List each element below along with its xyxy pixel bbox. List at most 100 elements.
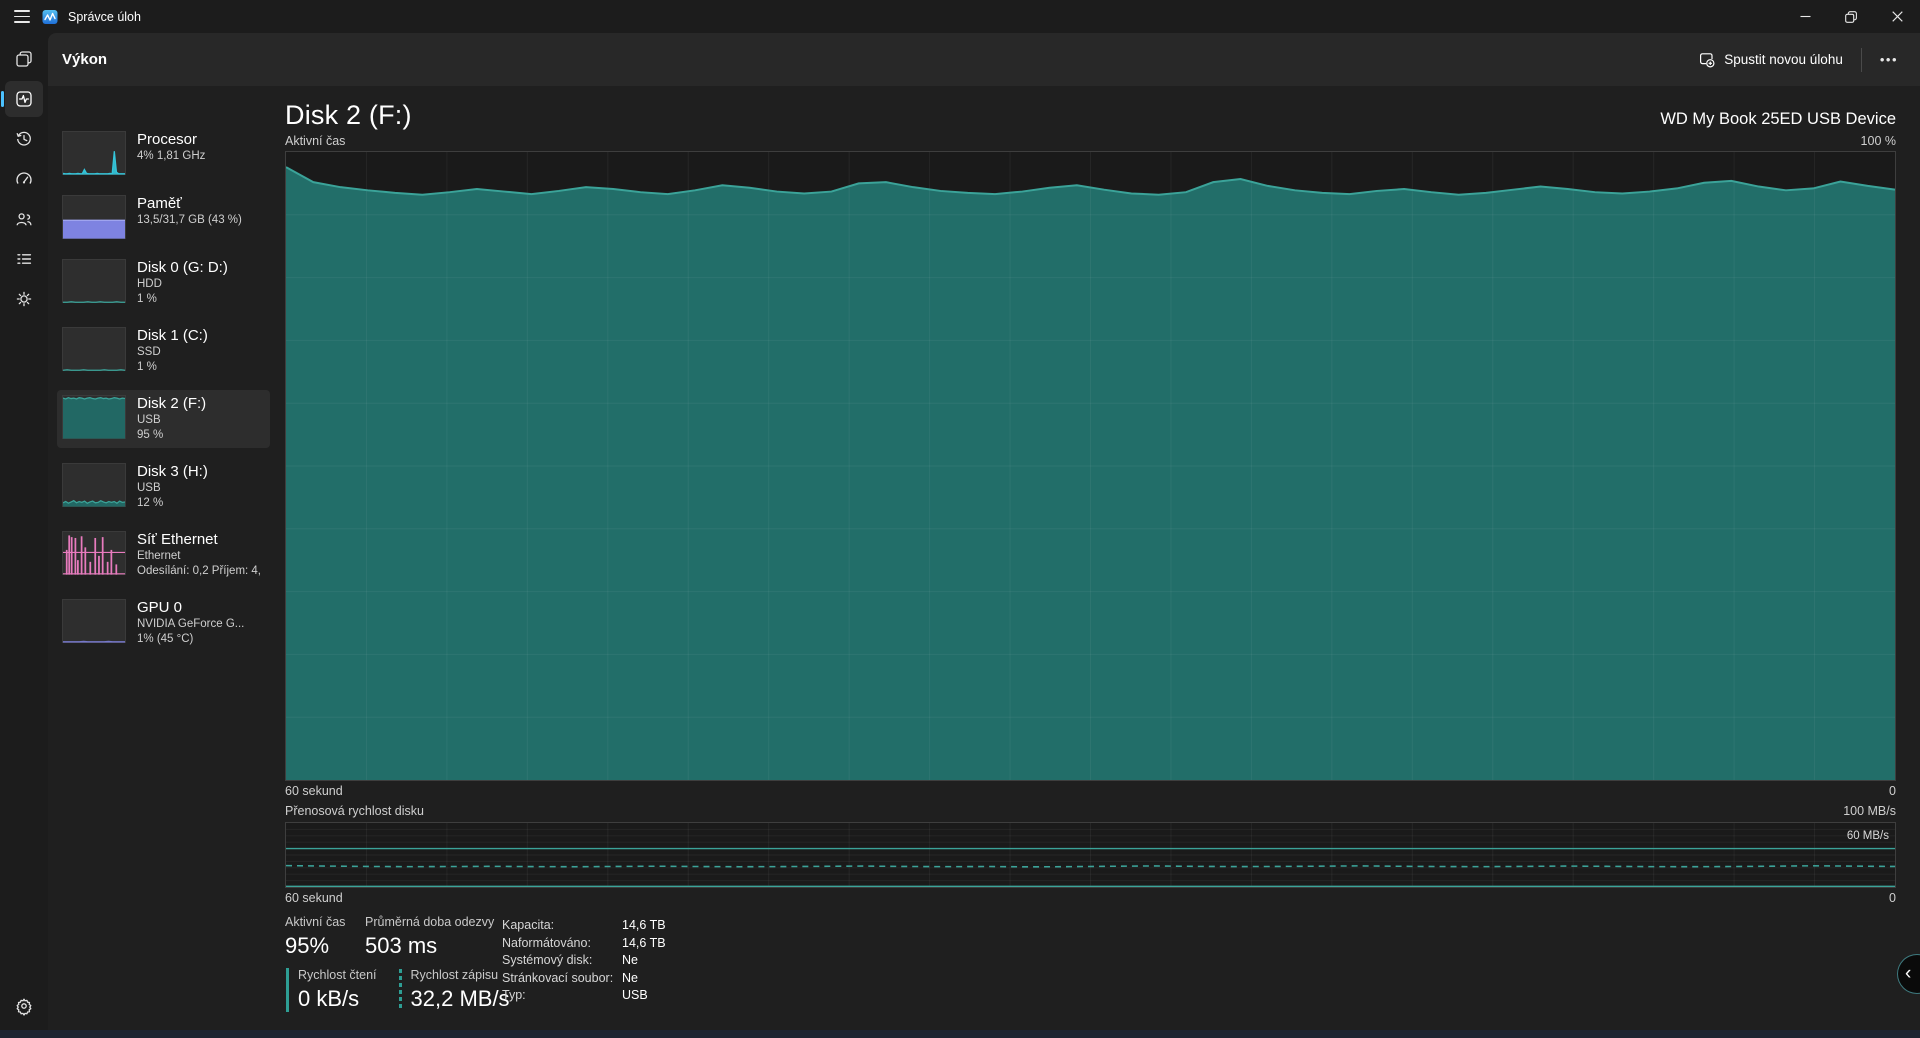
close-button[interactable]	[1874, 0, 1920, 33]
detail-value: 14,6 TB	[622, 918, 666, 932]
sidebar-item-ethernet[interactable]: Síť EthernetEthernetOdesílání: 0,2 Příje…	[57, 526, 270, 584]
settings-gear-icon	[14, 996, 34, 1016]
disk-stats: Aktivní čas95%Průměrná doba odezvy 503 ms…	[285, 915, 1896, 1019]
disk3-line-1: 12 %	[137, 496, 264, 511]
window-controls	[1782, 0, 1920, 33]
rail-item-processes[interactable]	[5, 41, 43, 77]
run-new-task-button[interactable]: Spustit novou úlohu	[1686, 43, 1855, 76]
disk0-labels: Disk 0 (G: D:)HDD1 %	[137, 259, 264, 307]
gpu-mini-chart	[62, 599, 126, 643]
rail-item-performance[interactable]	[5, 81, 43, 117]
disk3-line-0: USB	[137, 481, 264, 496]
stat-pr-m-rn-doba-odezvy: Průměrná doba odezvy 503 ms	[365, 915, 494, 959]
detail-label: Kapacita:	[502, 918, 622, 932]
ethernet-line-1: Odesílání: 0,2 Příjem: 4,	[137, 564, 264, 579]
minimize-button[interactable]	[1782, 0, 1828, 33]
run-new-task-label: Spustit novou úlohu	[1724, 52, 1843, 67]
stat-label: Průměrná doba odezvy	[365, 915, 494, 930]
disk3-mini-chart	[62, 463, 126, 507]
rail-item-startup-apps[interactable]	[5, 161, 43, 197]
disk2-mini-chart	[62, 395, 126, 439]
transfer-rate-label: Přenosová rychlost disku	[285, 804, 424, 818]
disk1-line-1: 1 %	[137, 360, 264, 375]
sidebar-item-disk2[interactable]: Disk 2 (F:)USB95 %	[57, 390, 270, 448]
stat-value: 95%	[285, 933, 365, 959]
transfer-xleft: 60 sekund	[285, 891, 343, 905]
rail-item-services[interactable]	[5, 281, 43, 317]
gpu-line-0: NVIDIA GeForce G...	[137, 617, 264, 632]
detail-value: 14,6 TB	[622, 936, 666, 950]
stat-label: Rychlost čtení	[298, 968, 377, 983]
cpu-mini-chart	[62, 131, 126, 175]
disk1-labels: Disk 1 (C:)SSD1 %	[137, 327, 264, 375]
transfer-rate-chart: 60 MB/s	[285, 822, 1896, 888]
hamburger-icon	[14, 10, 30, 23]
memory-title: Paměť	[137, 195, 264, 213]
rail-item-app-history[interactable]	[5, 121, 43, 157]
metric-sidebar: Procesor4% 1,81 GHz Paměť13,5/31,7 GB (43…	[57, 126, 270, 662]
active-time-label: Aktivní čas	[285, 134, 345, 148]
disk-title: Disk 2 (F:)	[285, 100, 412, 131]
disk3-labels: Disk 3 (H:)USB12 %	[137, 463, 264, 511]
more-options-button[interactable]: •••	[1868, 44, 1910, 75]
stat-value: 0 kB/s	[298, 986, 377, 1012]
gpu-labels: GPU 0NVIDIA GeForce G...1% (45 °C)	[137, 599, 264, 647]
disk1-title: Disk 1 (C:)	[137, 327, 264, 345]
ethernet-line-0: Ethernet	[137, 549, 264, 564]
titlebar: Správce úloh	[0, 0, 1920, 33]
page-header: Výkon Spustit novou úlohu •••	[48, 33, 1920, 86]
ellipsis-icon: •••	[1880, 52, 1898, 67]
detail-label: Systémový disk:	[502, 953, 622, 967]
ethernet-mini-chart	[62, 531, 126, 575]
gpu-line-1: 1% (45 °C)	[137, 632, 264, 647]
app-title: Správce úloh	[68, 10, 141, 24]
rail-item-details[interactable]	[5, 241, 43, 277]
navigation-rail	[0, 33, 48, 1030]
memory-line-0: 13,5/31,7 GB (43 %)	[137, 213, 264, 228]
device-name: WD My Book 25ED USB Device	[1660, 110, 1896, 131]
task-manager-window: Správce úloh	[0, 0, 1920, 1038]
details-icon	[14, 249, 34, 269]
disk1-mini-chart	[62, 327, 126, 371]
sidebar-item-disk1[interactable]: Disk 1 (C:)SSD1 %	[57, 322, 270, 380]
sidebar-item-memory[interactable]: Paměť13,5/31,7 GB (43 %)	[57, 190, 270, 244]
detail-value: USB	[622, 988, 666, 1002]
sidebar-item-disk0[interactable]: Disk 0 (G: D:)HDD1 %	[57, 254, 270, 312]
new-task-icon	[1698, 51, 1715, 68]
stat-value: 503 ms	[365, 933, 494, 959]
sidebar-item-cpu[interactable]: Procesor4% 1,81 GHz	[57, 126, 270, 180]
rail-item-users[interactable]	[5, 201, 43, 237]
disk3-title: Disk 3 (H:)	[137, 463, 264, 481]
transfer-marker-label: 60 MB/s	[1847, 830, 1889, 842]
disk0-line-1: 1 %	[137, 292, 264, 307]
stat-label: Rychlost zápisu	[411, 968, 510, 983]
page-title: Výkon	[62, 51, 107, 68]
disk2-labels: Disk 2 (F:)USB95 %	[137, 395, 264, 443]
stat-rychlost-z-pisu: Rychlost zápisu32,2 MB/s	[399, 968, 510, 1012]
memory-mini-chart	[62, 195, 126, 239]
disk2-line-0: USB	[137, 413, 264, 428]
task-manager-app-icon	[42, 9, 58, 25]
sidebar-item-disk3[interactable]: Disk 3 (H:)USB12 %	[57, 458, 270, 516]
users-icon	[14, 209, 34, 229]
memory-labels: Paměť13,5/31,7 GB (43 %)	[137, 195, 264, 228]
settings-button[interactable]	[5, 988, 43, 1024]
services-icon	[14, 289, 34, 309]
disk-detail-pane: Disk 2 (F:) WD My Book 25ED USB Device A…	[285, 86, 1896, 1030]
detail-value: Ne	[622, 971, 666, 985]
sidebar-item-gpu[interactable]: GPU 0NVIDIA GeForce G...1% (45 °C)	[57, 594, 270, 652]
performance-content: Procesor4% 1,81 GHz Paměť13,5/31,7 GB (43…	[48, 86, 1920, 1030]
taskbar-edge	[0, 1030, 1920, 1038]
ethernet-title: Síť Ethernet	[137, 531, 264, 549]
restore-button[interactable]	[1828, 0, 1874, 33]
detail-label: Naformátováno:	[502, 936, 622, 950]
disk1-line-0: SSD	[137, 345, 264, 360]
stat-aktivn-as: Aktivní čas95%	[285, 915, 365, 959]
chevron-left-icon: ‹	[1905, 963, 1911, 985]
gpu-title: GPU 0	[137, 599, 264, 617]
disk0-line-0: HDD	[137, 277, 264, 292]
active-time-xleft: 60 sekund	[285, 784, 343, 798]
minimize-icon	[1800, 11, 1811, 22]
navigation-menu-button[interactable]	[4, 0, 40, 33]
disk0-title: Disk 0 (G: D:)	[137, 259, 264, 277]
